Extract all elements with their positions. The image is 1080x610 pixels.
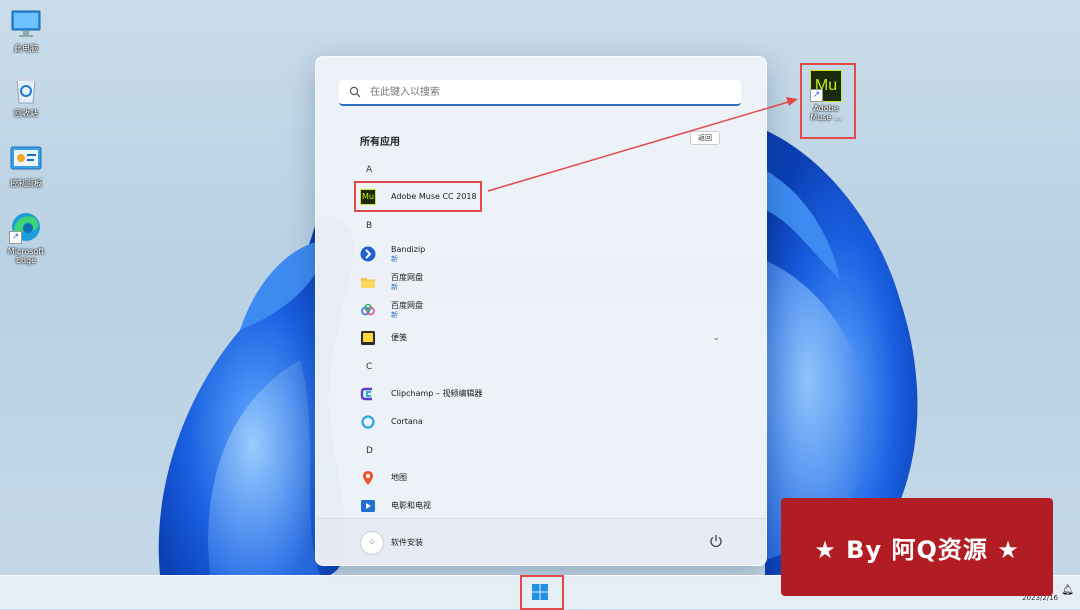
app-name: Bandizip bbox=[391, 244, 426, 254]
user-name[interactable]: 软件安装 bbox=[391, 537, 423, 548]
app-name: Adobe Muse CC 2018 bbox=[391, 192, 477, 201]
desktop-icon-label: Adobe Muse ... bbox=[810, 104, 842, 122]
desktop-icon-label: 此电脑 bbox=[14, 44, 38, 53]
start-menu: 所有应用 返回 A Mu Adobe Muse CC 2018 B Bandiz… bbox=[315, 56, 767, 566]
movies-tv-icon bbox=[361, 500, 375, 512]
app-item-clipchamp[interactable]: Clipchamp – 视频编辑器 bbox=[360, 381, 740, 407]
shortcut-arrow-icon: ↗ bbox=[9, 231, 22, 244]
new-badge: 新 bbox=[391, 282, 398, 291]
search-input[interactable] bbox=[368, 85, 741, 99]
baidu-netdisk-icon bbox=[361, 303, 375, 316]
power-icon[interactable] bbox=[708, 533, 724, 549]
desktop-icon-control-panel[interactable]: 控制面板 bbox=[0, 142, 52, 188]
adobe-muse-icon: Mu bbox=[360, 189, 376, 205]
desktop-icon-edge[interactable]: ↗ Microsoft Edge bbox=[0, 210, 52, 265]
control-panel-icon bbox=[9, 142, 43, 176]
group-letter[interactable]: B bbox=[366, 221, 372, 231]
folder-icon bbox=[361, 278, 375, 288]
recycle-bin-icon bbox=[9, 72, 43, 106]
app-item-bandizip[interactable]: Bandizip 新 bbox=[360, 241, 740, 267]
clipchamp-icon bbox=[360, 387, 372, 401]
new-badge: 新 bbox=[391, 254, 398, 263]
user-avatar[interactable]: ⁘ bbox=[360, 531, 384, 555]
all-apps-title: 所有应用 bbox=[360, 137, 400, 148]
desktop-icon-label: 控制面板 bbox=[10, 179, 42, 188]
app-item-movies-tv[interactable]: 电影和电视 bbox=[360, 493, 740, 519]
group-letter[interactable]: D bbox=[366, 446, 373, 456]
desktop-icon-recycle-bin[interactable]: 回收站 bbox=[0, 72, 52, 118]
app-name: Clipchamp – 视频编辑器 bbox=[391, 389, 483, 398]
app-name: 百度网盘 bbox=[391, 272, 423, 282]
new-badge: 新 bbox=[391, 310, 398, 319]
notification-bell-icon[interactable]: 🔔︎ bbox=[1061, 585, 1074, 596]
maps-icon bbox=[363, 471, 373, 485]
app-item-sticky-notes[interactable]: 便笺 bbox=[360, 325, 740, 351]
desktop-icon-this-pc[interactable]: 此电脑 bbox=[0, 7, 52, 53]
search-box[interactable] bbox=[339, 80, 741, 106]
app-name: 电影和电视 bbox=[391, 501, 431, 510]
app-name: 百度网盘 bbox=[391, 300, 423, 310]
desktop-icon-label: Microsoft Edge bbox=[7, 247, 45, 265]
shortcut-arrow-icon: ↗ bbox=[810, 89, 823, 102]
watermark-text: ★ By 阿Q资源 ★ bbox=[814, 535, 1020, 564]
monitor-icon bbox=[9, 7, 43, 41]
app-item-baidu-netdisk[interactable]: 百度网盘新 bbox=[360, 297, 740, 323]
app-item-cortana[interactable]: Cortana bbox=[360, 409, 740, 435]
adobe-muse-icon: Mu ↗ bbox=[810, 70, 842, 102]
desktop-icon-label: 回收站 bbox=[14, 109, 38, 118]
app-item-baidu-folder[interactable]: 百度网盘新 bbox=[360, 269, 740, 295]
app-item-adobe-muse[interactable]: Mu Adobe Muse CC 2018 bbox=[360, 184, 740, 210]
chevron-down-icon[interactable]: ⌄ bbox=[712, 333, 720, 343]
bandizip-icon bbox=[360, 246, 376, 262]
group-letter[interactable]: C bbox=[366, 362, 372, 372]
windows-start-icon[interactable] bbox=[529, 581, 551, 603]
app-name: Cortana bbox=[391, 417, 423, 426]
group-letter[interactable]: A bbox=[366, 165, 372, 175]
start-menu-footer: ⁘ 软件安装 bbox=[316, 518, 766, 565]
search-icon bbox=[349, 86, 361, 98]
back-button[interactable]: 返回 bbox=[690, 131, 720, 145]
watermark-banner: ★ By 阿Q资源 ★ bbox=[781, 498, 1053, 596]
app-name: 地图 bbox=[391, 473, 407, 482]
edge-icon: ↗ bbox=[9, 210, 43, 244]
sticky-notes-icon bbox=[361, 331, 375, 345]
cortana-icon bbox=[361, 415, 375, 429]
app-name: 便笺 bbox=[391, 333, 407, 342]
desktop-icon-adobe-muse[interactable]: Mu ↗ Adobe Muse ... bbox=[800, 63, 852, 133]
app-item-maps[interactable]: 地图 bbox=[360, 465, 740, 491]
